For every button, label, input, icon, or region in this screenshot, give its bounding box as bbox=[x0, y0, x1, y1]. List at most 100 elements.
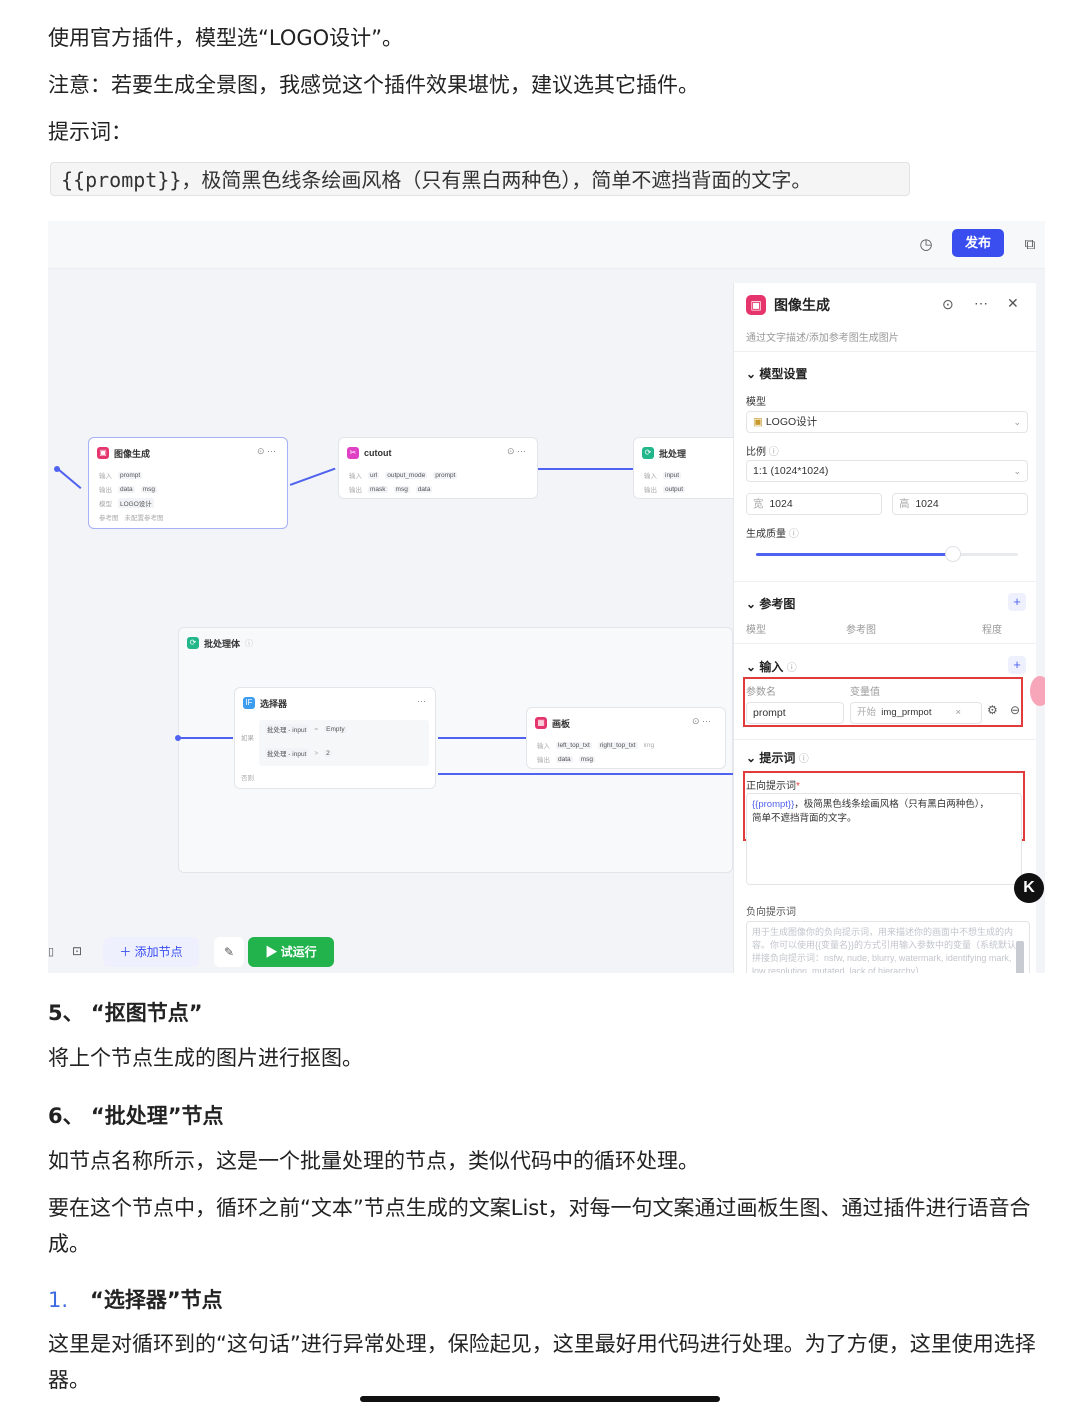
variable-source: 开始 bbox=[857, 707, 877, 718]
remove-icon[interactable]: ⊖ bbox=[1010, 703, 1020, 717]
clear-icon[interactable]: × bbox=[955, 703, 961, 723]
height-input[interactable]: 高 1024 bbox=[892, 493, 1028, 515]
workflow-canvas[interactable]: ▣ 图像生成 ⊙ ⋯ 输入 prompt 输出 data msg 模型 LOGO设计 参考… bbox=[48, 269, 733, 973]
paragraph-cutout-desc: 将上个节点生成的图片进行抠图。 bbox=[48, 1046, 363, 1070]
divider bbox=[734, 739, 1037, 740]
if-label: 如果 bbox=[241, 735, 254, 742]
ref-col-strength: 程度 bbox=[982, 625, 1002, 636]
variable-value-select[interactable]: 开始 img_prmpot × bbox=[850, 702, 982, 724]
section-model-settings[interactable]: ⌄ 模型设置 bbox=[746, 365, 807, 382]
section-input[interactable]: ⌄ 输入 ⓘ bbox=[746, 658, 797, 675]
floating-badge[interactable] bbox=[1030, 676, 1045, 706]
input-chip: img bbox=[643, 741, 655, 749]
copy-icon[interactable]: ⧉ bbox=[1020, 235, 1040, 255]
ratio-select[interactable]: 1:1 (1024*1024) ⌄ bbox=[746, 460, 1028, 482]
home-indicator[interactable] bbox=[360, 1396, 720, 1402]
node-cutout[interactable]: ✂ cutout ⊙ ⋯ 输入 url output_mode prompt 输出 mas… bbox=[338, 437, 538, 499]
negative-prompt-textarea[interactable]: 用于生成图像你的负向提示词，用来描述你的画面中不想生成的内容。你可以使用{{变量… bbox=[746, 921, 1030, 973]
add-node-button[interactable]: ＋ 添加节点 bbox=[103, 937, 199, 967]
heading-batch-node: 6、 “批处理”节点 bbox=[48, 1104, 224, 1128]
node-canvas[interactable]: ▦ 画板 ⊙ ⋯ 输入 left_top_txt right_top_txt img 输… bbox=[526, 707, 726, 769]
minimap-icon[interactable]: ⊡ bbox=[72, 944, 82, 958]
prompt-text-line1: ，极简黑色线条绘画风格（只有黑白两种色）， bbox=[794, 799, 990, 810]
add-input-button[interactable]: + bbox=[1008, 656, 1026, 674]
node-title: 批处理体 bbox=[204, 638, 241, 649]
batch-icon: ⟳ bbox=[187, 637, 199, 649]
quality-slider-handle[interactable] bbox=[944, 546, 961, 562]
divider bbox=[734, 581, 1037, 582]
section-label: 提示词 bbox=[759, 751, 796, 765]
quality-slider-fill bbox=[756, 553, 953, 556]
paragraph-prompt-label: 提示词： bbox=[48, 120, 132, 144]
paragraph-selector-desc: 这里是对循环到的“这句话”进行异常处理，保险起见，这里最好用代码进行处理。为了方… bbox=[48, 1332, 1036, 1392]
prompt-variable: {{prompt}} bbox=[752, 799, 795, 810]
width-value: 1024 bbox=[769, 498, 793, 510]
wire bbox=[179, 737, 233, 739]
condition-right: Empty bbox=[324, 725, 347, 733]
input-chip: url bbox=[368, 471, 380, 479]
more-icon[interactable]: ⊙ ⋯ bbox=[507, 446, 526, 457]
wire bbox=[538, 468, 633, 470]
info-icon: ⓘ bbox=[786, 663, 797, 674]
negative-prompt-label: 负向提示词 bbox=[746, 907, 796, 918]
node-title: 批处理 bbox=[659, 448, 687, 459]
width-input[interactable]: 宽 1024 bbox=[746, 493, 882, 515]
assistant-logo-icon[interactable]: K bbox=[1014, 873, 1044, 903]
output-chip: data bbox=[415, 485, 433, 493]
run-node-icon[interactable]: ⊙ bbox=[942, 296, 954, 313]
more-icon[interactable]: ⊙ ⋯ bbox=[257, 446, 276, 457]
row-label: 输入 bbox=[644, 473, 657, 480]
else-label: 否则 bbox=[241, 775, 254, 782]
list-number: 1. bbox=[48, 1288, 69, 1312]
positive-prompt-textarea[interactable]: {{prompt}}，极简黑色线条绘画风格（只有黑白两种色）， 简单不遮挡背面的… bbox=[746, 793, 1022, 885]
test-run-button[interactable]: ▶ 试运行 bbox=[248, 937, 334, 967]
output-chip: msg bbox=[393, 485, 410, 493]
height-value: 1024 bbox=[915, 498, 939, 510]
input-chip: prompt bbox=[433, 471, 458, 479]
settings-icon[interactable]: ⚙ bbox=[987, 703, 998, 717]
model-value: LOGO设计 bbox=[765, 416, 818, 428]
more-icon[interactable]: ⋯ bbox=[417, 696, 426, 707]
publish-button[interactable]: 发布 bbox=[952, 229, 1004, 257]
add-reference-button[interactable]: + bbox=[1008, 593, 1026, 611]
row-label: 输出 bbox=[99, 487, 112, 494]
info-icon: ⓘ bbox=[798, 754, 809, 765]
node-title: 选择器 bbox=[260, 698, 288, 709]
quality-label: 生成质量 ⓘ bbox=[746, 525, 799, 540]
node-selector[interactable]: IF 选择器 ⋯ 批处理 - input = Empty 批处理 - input >2 … bbox=[234, 687, 436, 789]
ratio-label: 比例 ⓘ bbox=[746, 443, 779, 458]
ref-col-model: 模型 bbox=[746, 625, 766, 636]
output-chip: msg bbox=[140, 485, 157, 493]
row-label: 输出 bbox=[349, 487, 362, 494]
more-icon[interactable]: ⋯ bbox=[974, 295, 988, 312]
branch-icon: IF bbox=[243, 697, 255, 709]
input-col-param: 参数名 bbox=[746, 687, 776, 698]
input-chip: output_mode bbox=[385, 471, 428, 479]
image-icon: ▣ bbox=[746, 295, 766, 315]
node-image-generation[interactable]: ▣ 图像生成 ⊙ ⋯ 输入 prompt 输出 data msg 模型 LOGO设计 参考… bbox=[88, 437, 288, 529]
history-icon[interactable]: ◷ bbox=[916, 235, 936, 255]
paragraph-plugin-model: 使用官方插件，模型选“LOGO设计”。 bbox=[48, 26, 404, 50]
node-batch[interactable]: ⟳ 批处理 输入 input 输出 output bbox=[633, 437, 733, 499]
param-name-input[interactable]: prompt bbox=[746, 702, 844, 724]
output-chip: msg bbox=[578, 755, 595, 763]
input-chip: left_top_txt bbox=[556, 741, 592, 749]
section-reference-image[interactable]: ⌄ 参考图 bbox=[746, 595, 795, 612]
positive-prompt-label-text: 正向提示词 bbox=[746, 781, 796, 792]
more-icon[interactable]: ⊙ ⋯ bbox=[692, 716, 711, 727]
canvas-toolbar: ▯ ⊡ ＋ 添加节点 ✎ ▶ 试运行 bbox=[48, 933, 348, 973]
panel-title: 图像生成 bbox=[774, 297, 830, 313]
model-select[interactable]: ▣ LOGO设计 ⌄ bbox=[746, 411, 1028, 433]
tool-icon[interactable]: ✎ bbox=[214, 937, 244, 967]
quality-slider-track[interactable] bbox=[756, 546, 1018, 562]
grid-icon[interactable]: ▯ bbox=[48, 945, 54, 958]
scrollbar[interactable] bbox=[1016, 941, 1024, 973]
section-prompt[interactable]: ⌄ 提示词 ⓘ bbox=[746, 749, 809, 766]
condition-right: 2 bbox=[324, 749, 332, 757]
wire bbox=[438, 737, 526, 739]
close-icon[interactable]: ✕ bbox=[1007, 295, 1019, 312]
section-label: 参考图 bbox=[759, 597, 796, 611]
divider bbox=[734, 351, 1037, 352]
cutout-icon: ✂ bbox=[347, 447, 359, 459]
model-chip: LOGO设计 bbox=[118, 498, 154, 508]
